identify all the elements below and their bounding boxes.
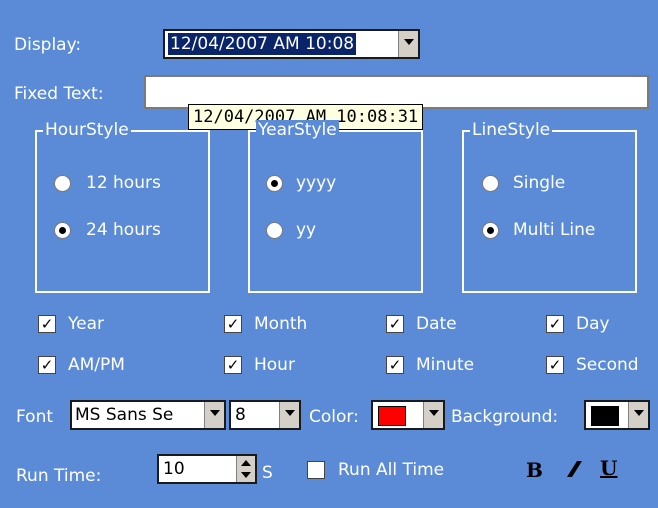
font-size-value: 8: [235, 405, 246, 425]
radio-multi-line[interactable]: [482, 222, 499, 239]
checkbox-day[interactable]: ✓: [546, 315, 564, 333]
radio-12-hours-label: 12 hours: [86, 173, 161, 193]
checkbox-day-label: Day: [576, 314, 610, 334]
radio-12-hours[interactable]: [54, 175, 71, 192]
font-label: Font: [16, 407, 54, 427]
year-style-title: YearStyle: [256, 120, 339, 140]
color-swatch: [378, 406, 406, 426]
checkbox-run-all-time[interactable]: [307, 461, 325, 479]
checkbox-ampm[interactable]: ✓: [38, 356, 56, 374]
chevron-down-icon[interactable]: [204, 402, 224, 428]
checkbox-month-label: Month: [254, 314, 308, 334]
chevron-down-icon[interactable]: [398, 31, 418, 57]
radio-single-label: Single: [513, 173, 566, 193]
italic-icon: [567, 461, 582, 477]
italic-button[interactable]: [564, 458, 586, 483]
checkbox-year-label: Year: [68, 314, 104, 334]
run-time-value: 10: [163, 459, 185, 479]
radio-yyyy-label: yyyy: [296, 173, 337, 193]
checkbox-hour-label: Hour: [254, 355, 295, 375]
underline-button[interactable]: U: [600, 456, 617, 480]
checkbox-second[interactable]: ✓: [546, 356, 564, 374]
font-family-value: MS Sans Se: [75, 405, 174, 425]
radio-24-hours[interactable]: [54, 222, 71, 239]
hour-style-title: HourStyle: [43, 120, 131, 140]
checkbox-minute[interactable]: ✓: [386, 356, 404, 374]
radio-yy[interactable]: [266, 222, 283, 239]
radio-multi-line-label: Multi Line: [513, 220, 596, 240]
radio-single[interactable]: [482, 175, 499, 192]
chevron-down-icon[interactable]: [423, 402, 443, 428]
run-time-unit: S: [262, 463, 273, 483]
checkbox-ampm-label: AM/PM: [68, 355, 125, 375]
fixed-text-label: Fixed Text:: [14, 84, 104, 104]
year-style-group: YearStyle: [248, 120, 423, 293]
line-style-title: LineStyle: [470, 120, 553, 140]
checkbox-year[interactable]: ✓: [38, 315, 56, 333]
display-select[interactable]: 12/04/2007 AM 10:08: [163, 29, 420, 59]
font-family-select[interactable]: MS Sans Se: [70, 400, 226, 430]
bold-button[interactable]: B: [526, 458, 543, 482]
color-label: Color:: [309, 407, 359, 427]
run-time-spinner[interactable]: 10: [157, 454, 257, 484]
background-label: Background:: [451, 407, 559, 427]
checkbox-minute-label: Minute: [416, 355, 475, 375]
checkbox-month[interactable]: ✓: [224, 315, 242, 333]
checkbox-date[interactable]: ✓: [386, 315, 404, 333]
background-select[interactable]: [584, 400, 650, 430]
checkbox-date-label: Date: [416, 314, 457, 334]
checkbox-second-label: Second: [576, 355, 639, 375]
font-size-select[interactable]: 8: [229, 400, 301, 430]
run-all-time-label: Run All Time: [338, 460, 445, 480]
display-value: 12/04/2007 AM 10:08: [168, 33, 357, 55]
color-select[interactable]: [371, 400, 445, 430]
spinner-arrows-icon[interactable]: [236, 456, 255, 482]
radio-yyyy[interactable]: [266, 175, 283, 192]
background-swatch: [591, 406, 619, 426]
radio-24-hours-label: 24 hours: [86, 220, 161, 240]
display-label: Display:: [14, 35, 82, 55]
run-time-label: Run Time:: [16, 466, 102, 486]
line-style-group: LineStyle: [462, 120, 637, 293]
chevron-down-icon[interactable]: [628, 402, 648, 428]
checkbox-hour[interactable]: ✓: [224, 356, 242, 374]
radio-yy-label: yy: [296, 220, 317, 240]
chevron-down-icon[interactable]: [279, 402, 299, 428]
hour-style-group: HourStyle: [35, 120, 210, 293]
